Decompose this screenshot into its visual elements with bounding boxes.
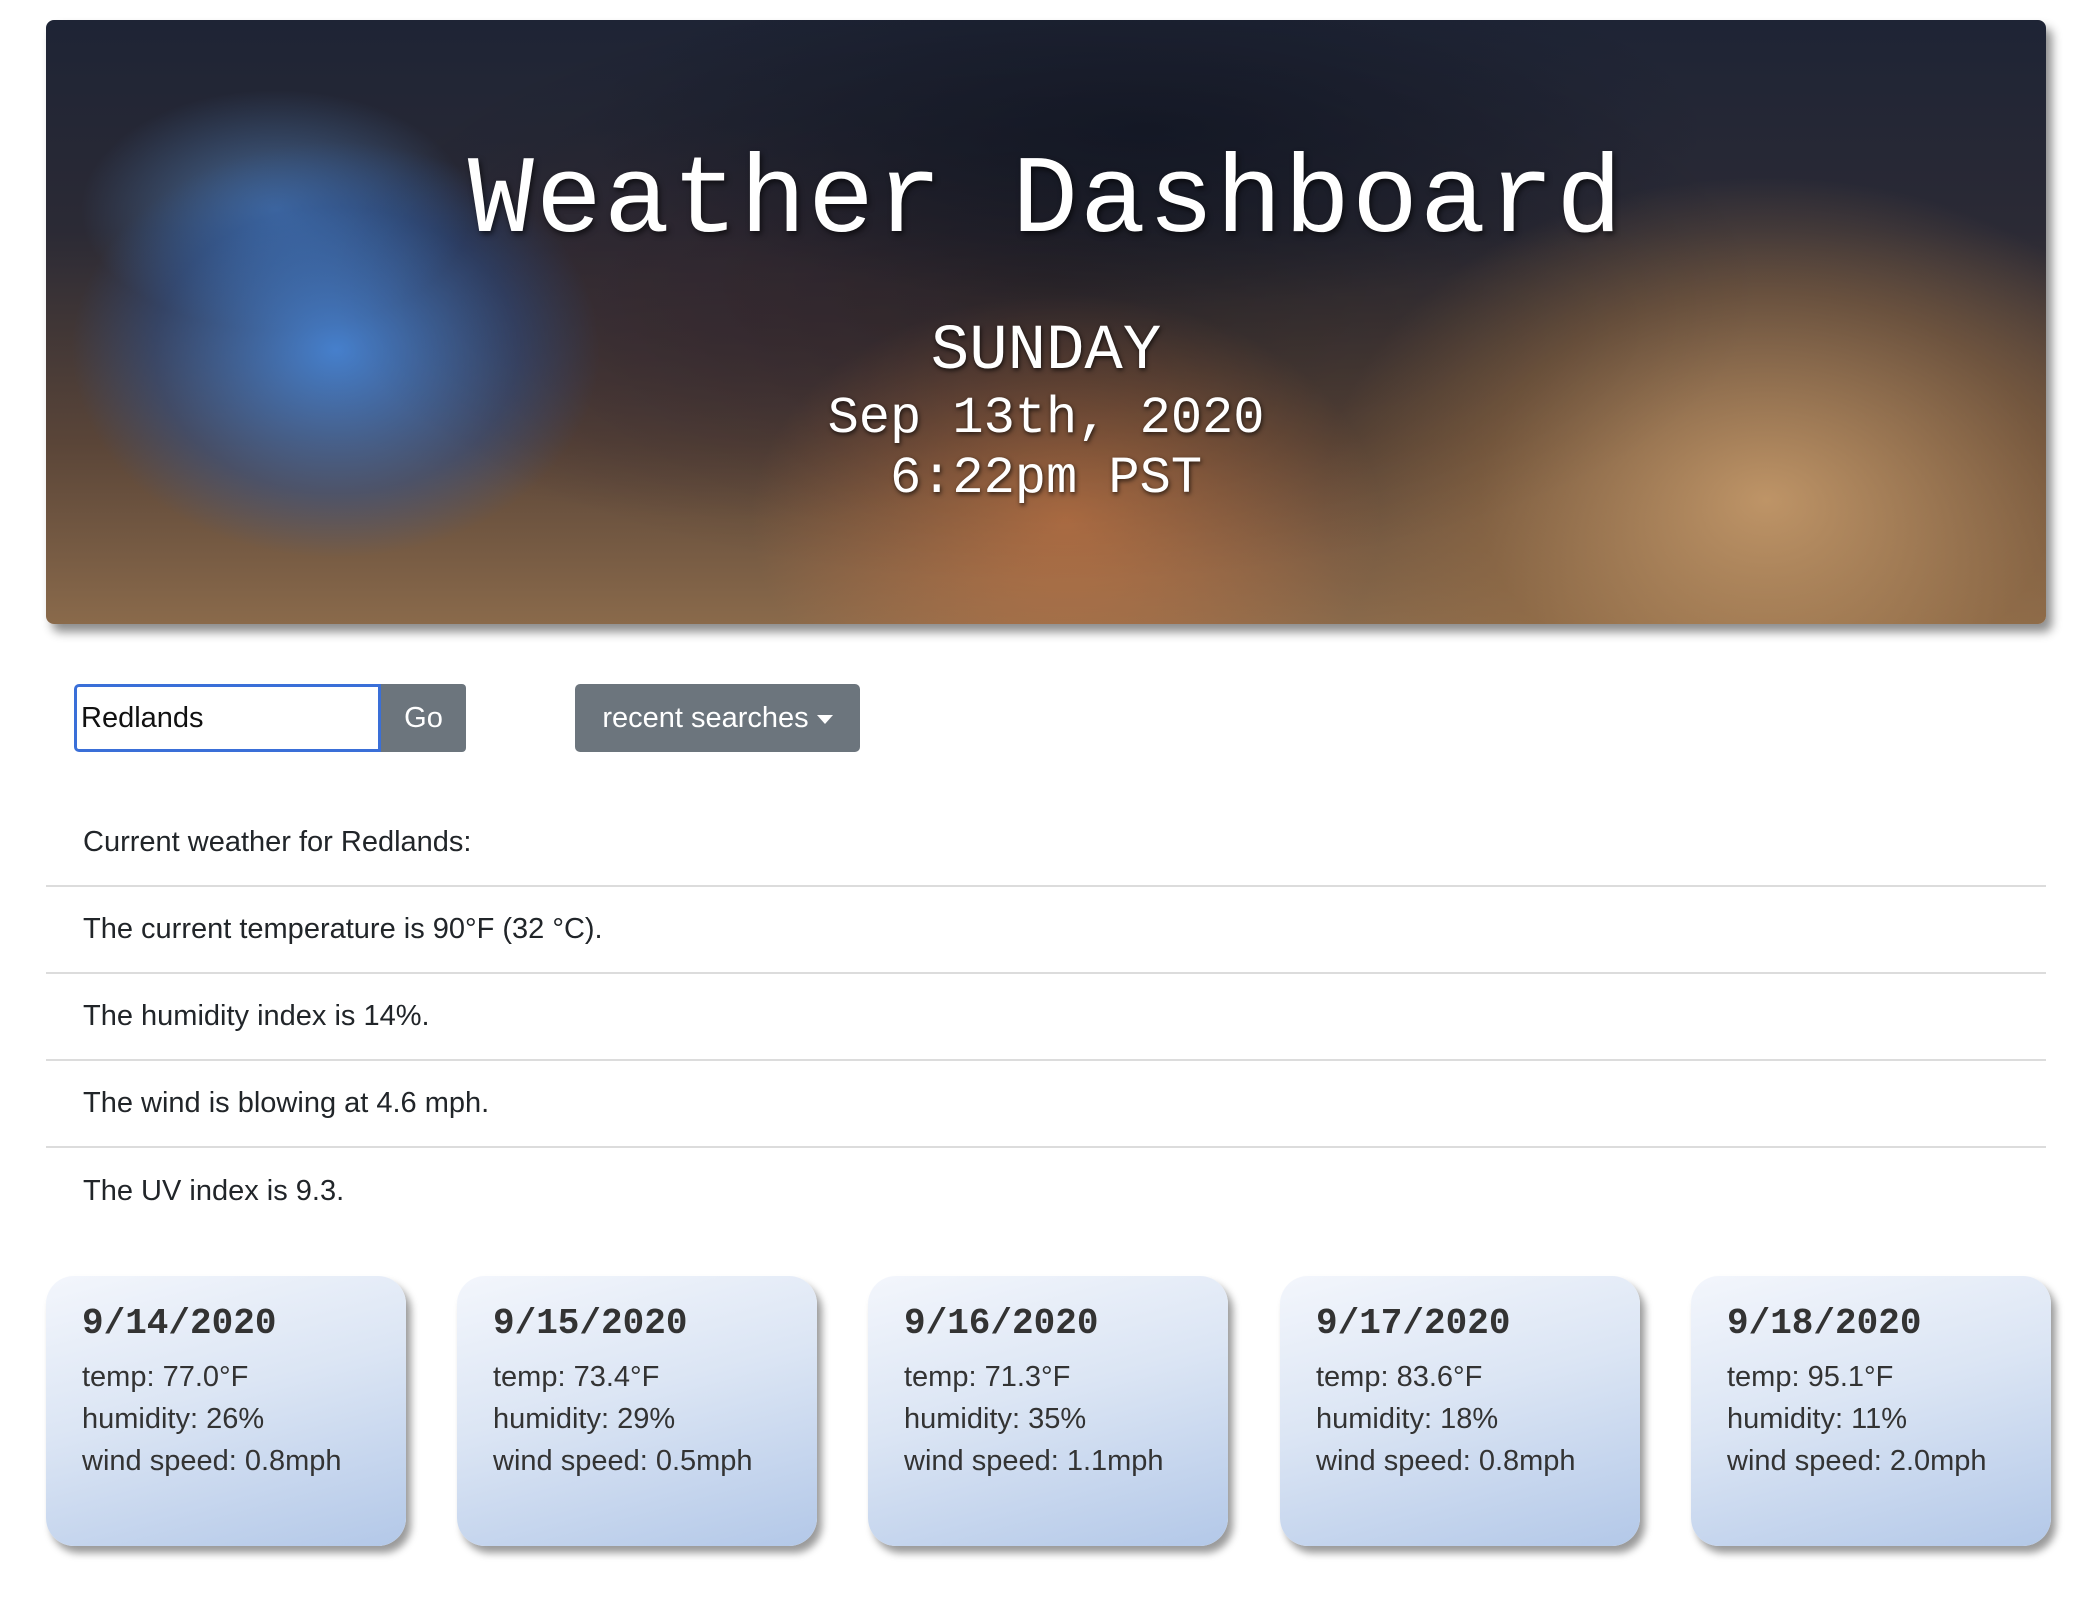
forecast-date: 9/18/2020 [1727, 1303, 1922, 1344]
recent-searches-label: recent searches [602, 701, 809, 734]
forecast-date: 9/16/2020 [904, 1303, 1099, 1344]
forecast-humidity: humidity: 35% [904, 1403, 1087, 1435]
current-date: Sep 13th, 2020 [827, 389, 1265, 448]
current-temperature: The current temperature is 90°F (32 °C). [46, 887, 2046, 974]
forecast-date: 9/15/2020 [493, 1303, 688, 1344]
forecast-temp: temp: 71.3°F [904, 1361, 1071, 1393]
current-wind: The wind is blowing at 4.6 mph. [46, 1061, 2046, 1148]
city-search-input[interactable] [74, 684, 381, 752]
forecast-wind: wind speed: 0.5mph [493, 1445, 753, 1477]
current-humidity: The humidity index is 14%. [46, 974, 2046, 1061]
forecast-wind: wind speed: 2.0mph [1727, 1445, 1987, 1477]
go-button[interactable]: Go [381, 684, 466, 752]
current-time: 6:22pm PST [889, 449, 1203, 508]
forecast-temp: temp: 83.6°F [1316, 1361, 1483, 1393]
current-uv-index: The UV index is 9.3. [83, 1175, 345, 1207]
forecast-cards: 9/14/2020 temp: 77.0°F humidity: 26% win… [46, 1276, 2056, 1546]
forecast-humidity: humidity: 26% [82, 1403, 265, 1435]
weather-dashboard-page: Weather Dashboard SUNDAY Sep 13th, 2020 … [0, 0, 2100, 1612]
forecast-card: 9/16/2020 temp: 71.3°F humidity: 35% win… [868, 1276, 1228, 1546]
forecast-date: 9/17/2020 [1316, 1303, 1511, 1344]
forecast-wind: wind speed: 1.1mph [904, 1445, 1164, 1477]
forecast-humidity: humidity: 11% [1727, 1403, 1907, 1435]
hero-banner: Weather Dashboard SUNDAY Sep 13th, 2020 … [46, 20, 2046, 624]
recent-searches-dropdown[interactable]: recent searches [575, 684, 860, 752]
current-weather-heading: Current weather for Redlands: [46, 800, 2046, 887]
current-day: SUNDAY [930, 316, 1162, 388]
caret-down-icon [816, 714, 833, 724]
current-weather-list: Current weather for Redlands: The curren… [46, 800, 2046, 1235]
forecast-card: 9/17/2020 temp: 83.6°F humidity: 18% win… [1280, 1276, 1640, 1546]
page-title: Weather Dashboard [467, 140, 1625, 265]
forecast-card: 9/15/2020 temp: 73.4°F humidity: 29% win… [457, 1276, 817, 1546]
forecast-temp: temp: 95.1°F [1727, 1361, 1894, 1393]
forecast-temp: temp: 77.0°F [82, 1361, 249, 1393]
forecast-card: 9/14/2020 temp: 77.0°F humidity: 26% win… [46, 1276, 406, 1546]
forecast-humidity: humidity: 29% [493, 1403, 676, 1435]
forecast-date: 9/14/2020 [82, 1303, 277, 1344]
forecast-wind: wind speed: 0.8mph [1316, 1445, 1576, 1477]
forecast-card: 9/18/2020 temp: 95.1°F humidity: 11% win… [1691, 1276, 2051, 1546]
forecast-wind: wind speed: 0.8mph [82, 1445, 342, 1477]
forecast-temp: temp: 73.4°F [493, 1361, 660, 1393]
forecast-humidity: humidity: 18% [1316, 1403, 1499, 1435]
